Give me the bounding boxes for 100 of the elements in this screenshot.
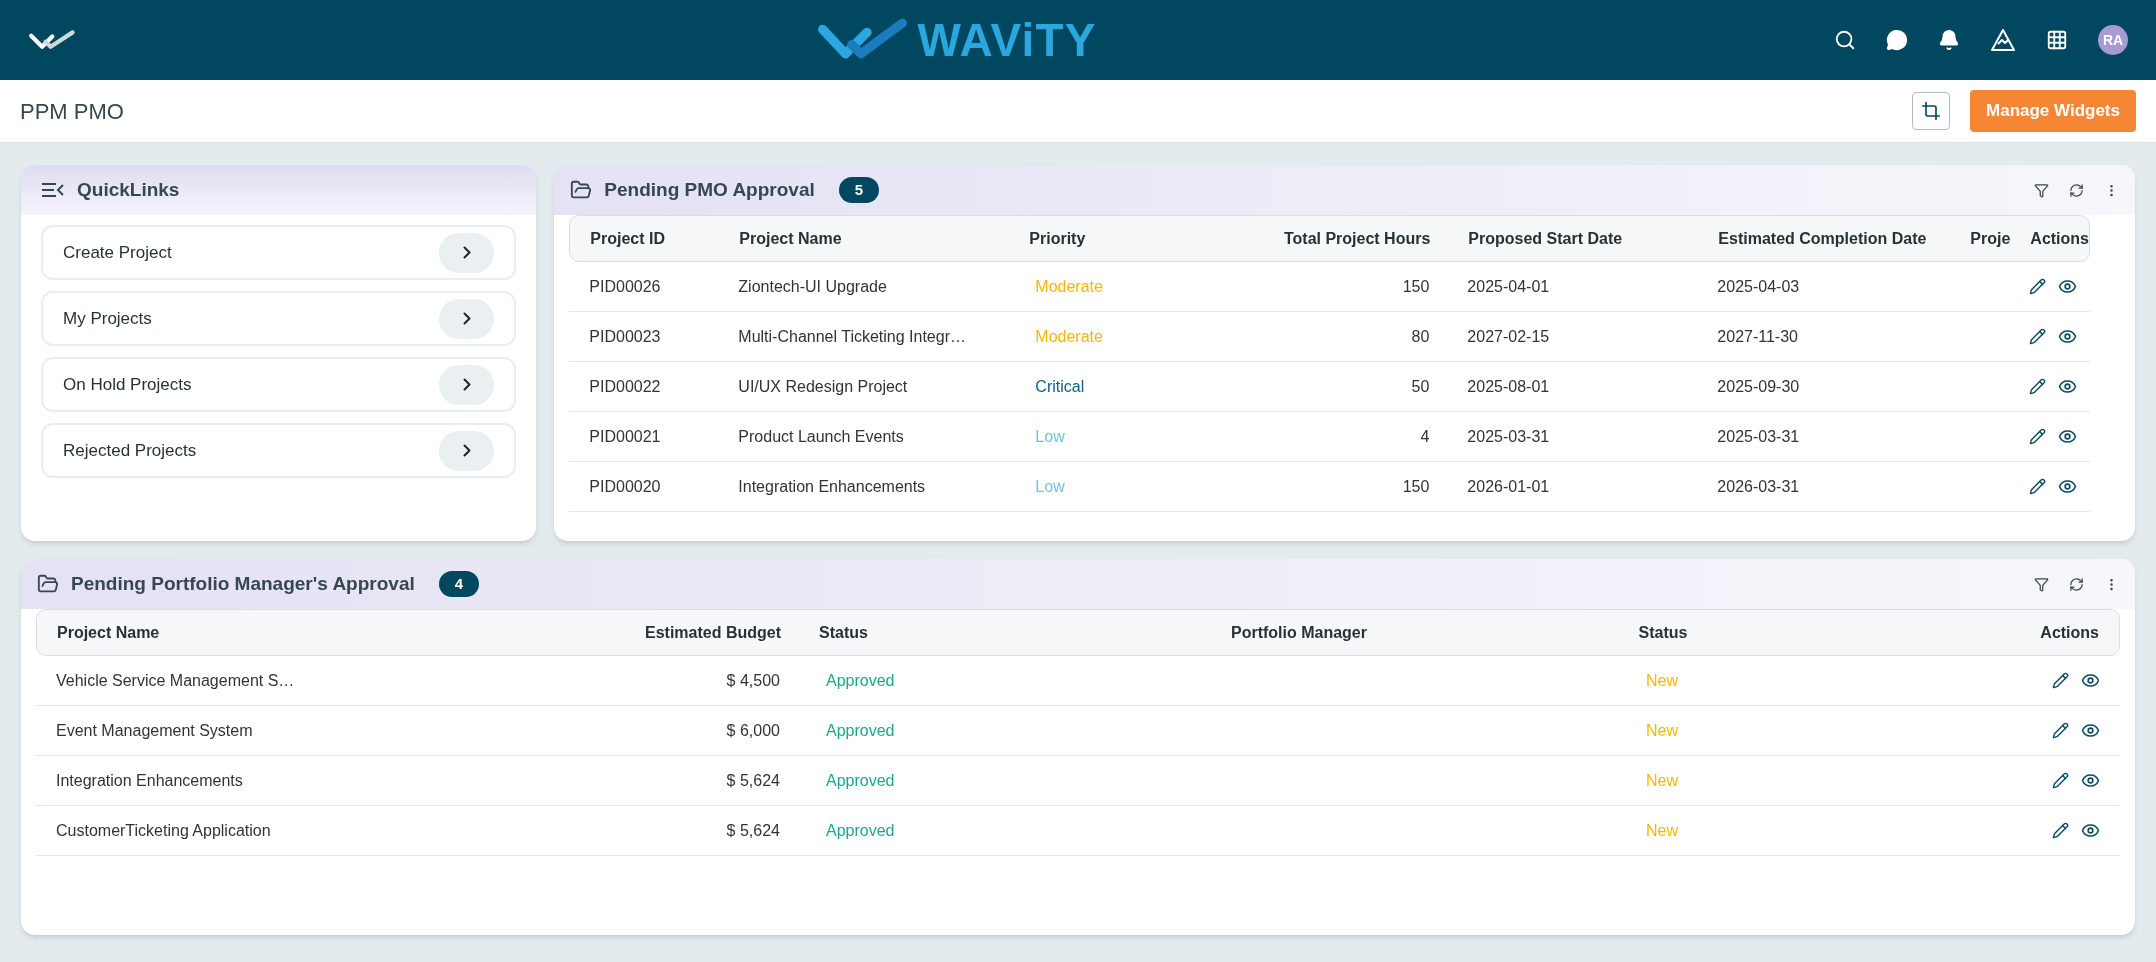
status-label: New [1646,670,1678,691]
chevron-right-icon [462,378,471,391]
table-cell-text: 2026-01-01 [1466,476,1551,497]
view-icon[interactable] [2058,477,2078,496]
view-icon[interactable] [2081,671,2100,690]
crop-button[interactable] [1912,92,1950,130]
column-header: Proposed Start Date [1467,228,1624,249]
table-cell-text: 150 [1401,276,1431,297]
count-badge: 5 [838,176,880,204]
notification-icon[interactable] [1938,29,1960,51]
triangle-icon[interactable] [1990,28,2016,52]
table-cell-text: 50 [1410,376,1431,397]
column-header: Priority [1028,228,1087,249]
status-label: Approved [826,720,895,741]
view-icon[interactable] [2058,327,2078,346]
view-icon[interactable] [2058,277,2078,296]
table-cell-text: 2025-03-31 [1716,426,1801,447]
column-header: Portfolio Manager [1230,622,1368,643]
edit-icon[interactable] [2052,672,2069,689]
column-header: Project ID [589,228,666,249]
quicklink-item[interactable]: On Hold Projects [41,357,517,412]
table-cell-text: Integration Enhancements [737,476,927,497]
priority-label: Moderate [1035,326,1103,347]
priority-label: Moderate [1035,276,1103,297]
priority-label: Low [1035,426,1065,447]
filter-icon[interactable] [2034,576,2049,592]
brand-name: WAViTY [917,12,1097,68]
edit-icon[interactable] [2052,822,2069,839]
view-icon[interactable] [2081,721,2100,740]
table-cell-text: $ 4,500 [725,670,781,691]
edit-icon[interactable] [2029,428,2047,445]
status-label: Approved [826,820,895,841]
column-header: Estimated Completion Date [1717,228,1928,249]
column-header: Estimated Budget [644,622,782,643]
table-cell-text: Integration Enhancements [55,770,244,791]
chat-icon[interactable] [1886,29,1908,51]
table-cell-text: 150 [1401,476,1431,497]
table-cell-text: 80 [1410,326,1431,347]
column-header: Status [1637,622,1689,643]
quicklink-item[interactable]: My Projects [41,291,517,346]
table-cell-text: 2025-09-30 [1716,376,1801,397]
column-header: Project Name [738,228,843,249]
table-cell-text: Product Launch Events [737,426,905,447]
page-title: PPM PMO [20,97,124,126]
table-cell-text: PID00026 [588,276,662,297]
table-cell-text: PID00021 [588,426,662,447]
column-header: Total Project Hours [1282,228,1432,249]
search-icon[interactable] [1834,29,1856,51]
table-cell-text: UI/UX Redesign Project [737,376,909,397]
priority-label: Critical [1035,376,1085,397]
table-cell-text: Vehicle Service Management S… [55,670,296,691]
view-icon[interactable] [2081,771,2100,790]
view-icon[interactable] [2058,427,2078,446]
chevron-right-icon [462,312,471,325]
status-label: New [1646,820,1678,841]
status-label: Approved [826,670,895,691]
chevron-right-icon [462,444,471,457]
column-header: Status [818,622,869,643]
status-label: New [1646,720,1678,741]
edit-icon[interactable] [2029,478,2047,495]
priority-label: Low [1035,476,1065,497]
table-cell-text: 2027-11-30 [1716,326,1799,347]
chevron-right-icon [462,246,471,259]
count-badge: 4 [438,570,480,598]
table-cell-text: 2025-08-01 [1466,376,1551,397]
table-cell-text: CustomerTicketing Application [55,820,272,841]
edit-icon[interactable] [2052,722,2069,739]
quicklink-item[interactable]: Rejected Projects [41,423,517,478]
column-header: Actions [2039,622,2100,643]
table-cell-text: 2027-02-15 [1466,326,1551,347]
table-cell-text: 2025-04-03 [1716,276,1801,297]
crop-icon [1921,101,1941,121]
column-header: Project Name [56,622,161,643]
table-cell-text: PID00020 [588,476,662,497]
table-cell-text: $ 5,624 [725,820,781,841]
column-header: Proje [1969,228,2011,249]
view-icon[interactable] [2058,377,2078,396]
table-cell-text: Multi-Channel Ticketing Integr… [737,326,967,347]
grid-icon[interactable] [2046,29,2068,51]
table-cell-text: 4 [1419,426,1431,447]
panel-title: QuickLinks [77,177,180,202]
quicklink-item[interactable]: Create Project [41,225,517,280]
panel-title: Pending PMO Approval [604,177,815,202]
status-label: New [1646,770,1678,791]
filter-icon[interactable] [2034,182,2049,198]
folder-icon [37,573,59,595]
refresh-icon[interactable] [2069,576,2084,592]
edit-icon[interactable] [2029,278,2047,295]
panel-title: Pending Portfolio Manager's Approval [71,571,415,596]
table-cell-text: 2025-03-31 [1466,426,1551,447]
table-cell-text: PID00023 [588,326,662,347]
edit-icon[interactable] [2029,328,2047,345]
refresh-icon[interactable] [2069,182,2084,198]
status-label: Approved [826,770,895,791]
folder-icon [570,179,593,201]
view-icon[interactable] [2081,821,2100,840]
edit-icon[interactable] [2029,378,2047,395]
list-collapse-icon [41,181,65,199]
edit-icon[interactable] [2052,772,2069,789]
table-cell-text: $ 6,000 [725,720,781,741]
